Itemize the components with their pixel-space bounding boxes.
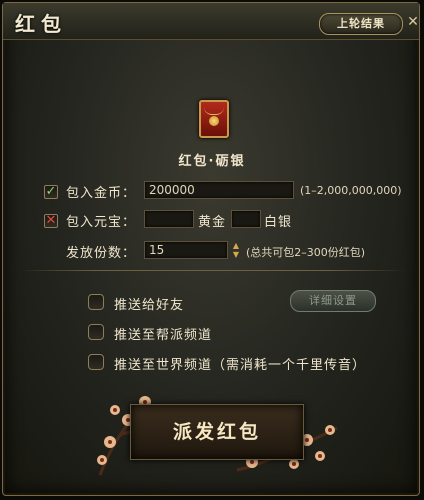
push-guild-label: 推送至帮派频道	[114, 328, 213, 343]
push-guild-checkbox[interactable]	[88, 324, 104, 340]
stepper-up-icon[interactable]: ▲	[232, 241, 240, 250]
count-stepper[interactable]: ▲ ▼	[232, 241, 240, 259]
detail-settings-button[interactable]: 详细设置	[290, 290, 376, 312]
silver-unit-label: 白银	[264, 215, 293, 230]
push-world-checkbox[interactable]	[88, 354, 104, 370]
gold-checkbox[interactable]: ✓	[44, 185, 58, 199]
section-divider	[18, 270, 406, 271]
gold-range-hint: (1–2,000,000,000)	[300, 184, 402, 197]
title-bar[interactable]: 红包 上轮结果 ✕	[3, 3, 419, 40]
yuanbao-label: 包入元宝：	[66, 215, 137, 230]
push-friends-label: 推送给好友	[114, 298, 185, 313]
stepper-down-icon[interactable]: ▼	[232, 250, 240, 259]
window-title: 红包	[15, 12, 67, 36]
last-result-button[interactable]: 上轮结果	[319, 13, 403, 35]
count-range-hint: (总共可包2–300份红包)	[246, 246, 366, 259]
yuanbao-silver-input[interactable]	[231, 210, 261, 228]
gold-unit-label: 黄金	[198, 215, 227, 230]
yuanbao-gold-input[interactable]	[144, 210, 194, 228]
yuanbao-checkbox[interactable]: ✕	[44, 214, 58, 228]
push-friends-checkbox[interactable]	[88, 294, 104, 310]
count-input[interactable]: 15	[144, 241, 228, 259]
close-icon[interactable]: ✕	[406, 13, 420, 31]
count-label: 发放份数：	[66, 246, 137, 261]
gold-label: 包入金币：	[66, 186, 137, 201]
red-envelope-icon	[199, 100, 229, 138]
gold-amount-input[interactable]: 200000	[144, 181, 294, 199]
push-world-label: 推送至世界频道（需消耗一个千里传音）	[114, 358, 367, 373]
envelope-type-title: 红包·砺银	[178, 154, 246, 169]
send-red-envelope-button[interactable]: 派发红包	[130, 404, 304, 460]
